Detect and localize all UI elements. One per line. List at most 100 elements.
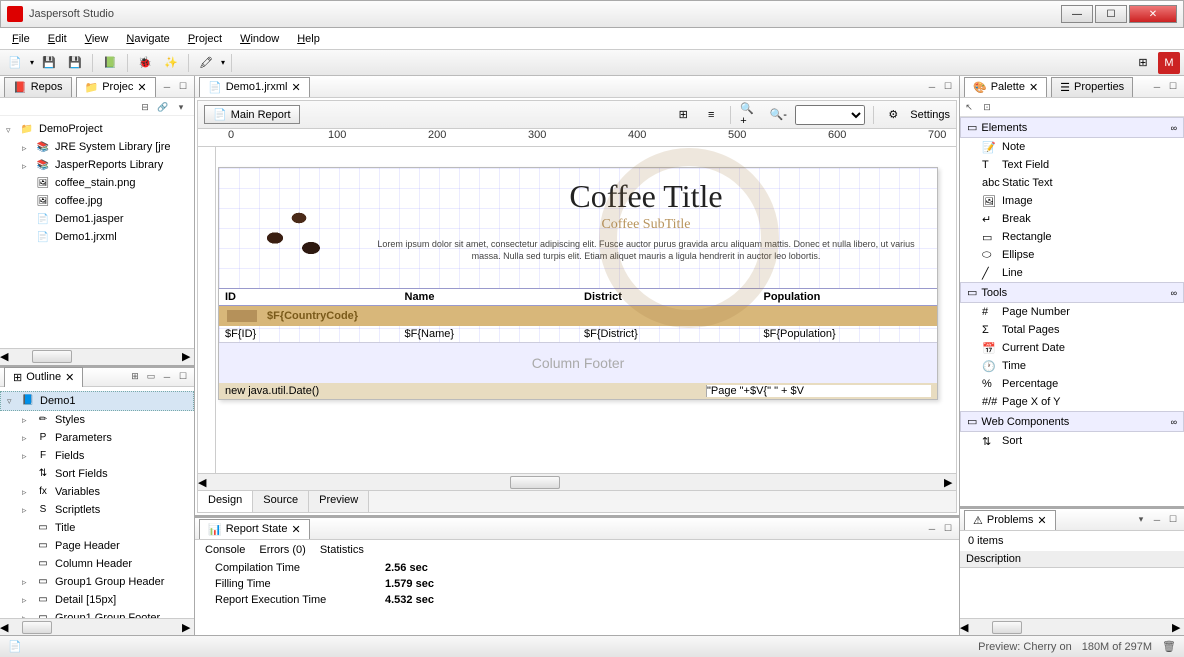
settings-icon[interactable]: ⚙	[882, 104, 904, 126]
wand-icon[interactable]: ✨	[160, 52, 182, 74]
tree-item[interactable]: 📄Demo1.jrxml	[0, 228, 194, 246]
pointer-icon[interactable]: ↖	[962, 100, 976, 114]
tab-preview[interactable]: Preview	[309, 491, 369, 512]
dataset-icon[interactable]: ⊞	[672, 104, 694, 126]
tab-design[interactable]: Design	[198, 491, 253, 512]
link-icon[interactable]: 🔗	[156, 100, 170, 114]
tree-item[interactable]: ▹📚JasperReports Library	[0, 156, 194, 174]
tab-outline[interactable]: ⊞ Outline ✕	[4, 367, 83, 387]
problems-count: 0 items	[960, 531, 1184, 551]
list-icon[interactable]: ≡	[700, 104, 722, 126]
tree-item[interactable]: ▹✏Styles	[0, 411, 194, 429]
maximize-button[interactable]: ☐	[1095, 5, 1127, 23]
build-button[interactable]: 📗	[99, 52, 121, 74]
collapse-icon[interactable]: ⊟	[138, 100, 152, 114]
save-all-button[interactable]: 💾	[64, 52, 86, 74]
palette-section[interactable]: ▭Tools∞	[960, 282, 1184, 303]
editor-tab-demo1[interactable]: 📄 Demo1.jrxml ✕	[199, 77, 310, 97]
gc-icon[interactable]: 🗑	[1162, 640, 1176, 653]
tree-item[interactable]: ▹📚JRE System Library [jre	[0, 138, 194, 156]
canvas-scrollbar[interactable]: ◀▶	[198, 473, 956, 490]
zoom-out-icon[interactable]: 🔍-	[767, 104, 789, 126]
tree-item[interactable]: ▹fxVariables	[0, 483, 194, 501]
coffee-beans-image[interactable]	[239, 178, 359, 278]
jasper-perspective-icon[interactable]: M	[1158, 52, 1180, 74]
status-bar: 📄 Preview: Cherry on 180M of 297M 🗑	[0, 635, 1184, 657]
palette-item-page-number[interactable]: #Page Number	[960, 303, 1184, 321]
tree-item[interactable]: 🖼coffee.jpg	[0, 192, 194, 210]
maximize-icon[interactable]: ☐	[176, 80, 190, 94]
minimize-icon[interactable]: ─	[160, 80, 174, 94]
project-explorer-header: 📕Repos 📁Projec ✕ ─☐	[0, 76, 194, 98]
tab-properties[interactable]: ☰ Properties	[1051, 77, 1133, 97]
palette-item-rectangle[interactable]: ▭Rectangle	[960, 228, 1184, 246]
tree-item[interactable]: ▹▭Group1 Group Header	[0, 573, 194, 591]
tab-source[interactable]: Source	[253, 491, 309, 512]
palette-section[interactable]: ▭Elements∞	[960, 117, 1184, 138]
tree-item[interactable]: ▹FFields	[0, 447, 194, 465]
main-report-button[interactable]: 📄 Main Report	[204, 105, 300, 124]
tree-item[interactable]: ▹SScriptlets	[0, 501, 194, 519]
menu-icon[interactable]: ▾	[174, 100, 188, 114]
tree-item[interactable]: ▿📘Demo1	[0, 391, 194, 411]
tab-problems[interactable]: ⚠ Problems ✕	[964, 510, 1056, 530]
tree-item[interactable]: ▹▭Detail [15px]	[0, 591, 194, 609]
tree-item[interactable]: 📄Demo1.jasper	[0, 210, 194, 228]
tab-report-state[interactable]: 📊 Report State ✕	[199, 519, 310, 539]
window-titlebar: Jaspersoft Studio — ☐ ✕	[0, 0, 1184, 28]
tree-item[interactable]: ▿📁DemoProject	[0, 120, 194, 138]
thumb-mode-icon[interactable]: ▭	[144, 370, 158, 384]
palette-item-text-field[interactable]: TText Field	[960, 156, 1184, 174]
tab-project[interactable]: 📁Projec ✕	[76, 77, 156, 97]
marquee-icon[interactable]: ⊡	[980, 100, 994, 114]
menu-window[interactable]: Window	[232, 31, 287, 47]
close-button[interactable]: ✕	[1129, 5, 1177, 23]
highlight-icon[interactable]: 🖍	[195, 52, 217, 74]
page-footer-band[interactable]: new java.util.Date() "Page "+$V{" " + $V	[219, 383, 937, 399]
zoom-select[interactable]	[795, 105, 865, 125]
palette-item-sort[interactable]: ⇅Sort	[960, 432, 1184, 450]
group-header-band[interactable]: $F{CountryCode}	[219, 306, 937, 326]
problems-column[interactable]: Description	[960, 551, 1184, 568]
palette-item-static-text[interactable]: abcStatic Text	[960, 174, 1184, 192]
menu-navigate[interactable]: Navigate	[118, 31, 177, 47]
tab-repos[interactable]: 📕Repos	[4, 77, 72, 97]
tree-item[interactable]: ▭Page Header	[0, 537, 194, 555]
palette-item-note[interactable]: 📝Note	[960, 138, 1184, 156]
tree-mode-icon[interactable]: ⊞	[128, 370, 142, 384]
palette-item-image[interactable]: 🖼Image	[960, 192, 1184, 210]
palette-item-current-date[interactable]: 📅Current Date	[960, 339, 1184, 357]
palette-item-break[interactable]: ↵Break	[960, 210, 1184, 228]
minimize-button[interactable]: —	[1061, 5, 1093, 23]
menu-edit[interactable]: Edit	[40, 31, 75, 47]
menu-file[interactable]: File	[4, 31, 38, 47]
perspective-icon[interactable]: ⊞	[1132, 52, 1154, 74]
palette-section[interactable]: ▭Web Components∞	[960, 411, 1184, 432]
palette-item-percentage[interactable]: %Percentage	[960, 375, 1184, 393]
new-button[interactable]: 📄	[4, 52, 26, 74]
coffee-stain-image	[599, 148, 779, 328]
tree-item[interactable]: ▹PParameters	[0, 429, 194, 447]
tree-item[interactable]: ▭Title	[0, 519, 194, 537]
tree-item[interactable]: ▭Column Header	[0, 555, 194, 573]
zoom-in-icon[interactable]: 🔍+	[739, 104, 761, 126]
tree-item[interactable]: ▹▭Group1 Group Footer	[0, 609, 194, 619]
palette-item-time[interactable]: 🕐Time	[960, 357, 1184, 375]
menu-view[interactable]: View	[77, 31, 117, 47]
palette-item-total-pages[interactable]: ΣTotal Pages	[960, 321, 1184, 339]
column-header-band[interactable]: IDNameDistrictPopulation	[219, 288, 937, 306]
column-footer-band[interactable]: Column Footer	[219, 343, 937, 383]
save-button[interactable]: 💾	[38, 52, 60, 74]
tree-item[interactable]: 🖼coffee_stain.png	[0, 174, 194, 192]
menu-project[interactable]: Project	[180, 31, 230, 47]
tab-palette[interactable]: 🎨 Palette ✕	[964, 77, 1047, 97]
detail-band[interactable]: $F{ID}$F{Name}$F{District}$F{Population}	[219, 326, 937, 343]
palette-item-page-x-of-y[interactable]: #/#Page X of Y	[960, 393, 1184, 411]
palette-item-line[interactable]: ╱Line	[960, 264, 1184, 282]
debug-icon[interactable]: 🐞	[134, 52, 156, 74]
design-canvas[interactable]: Coffee Title Coffee SubTitle Lorem ipsum…	[198, 147, 956, 473]
tree-item[interactable]: ⇅Sort Fields	[0, 465, 194, 483]
menu-help[interactable]: Help	[289, 31, 328, 47]
palette-item-ellipse[interactable]: ⬭Ellipse	[960, 246, 1184, 264]
settings-label[interactable]: Settings	[910, 109, 950, 121]
